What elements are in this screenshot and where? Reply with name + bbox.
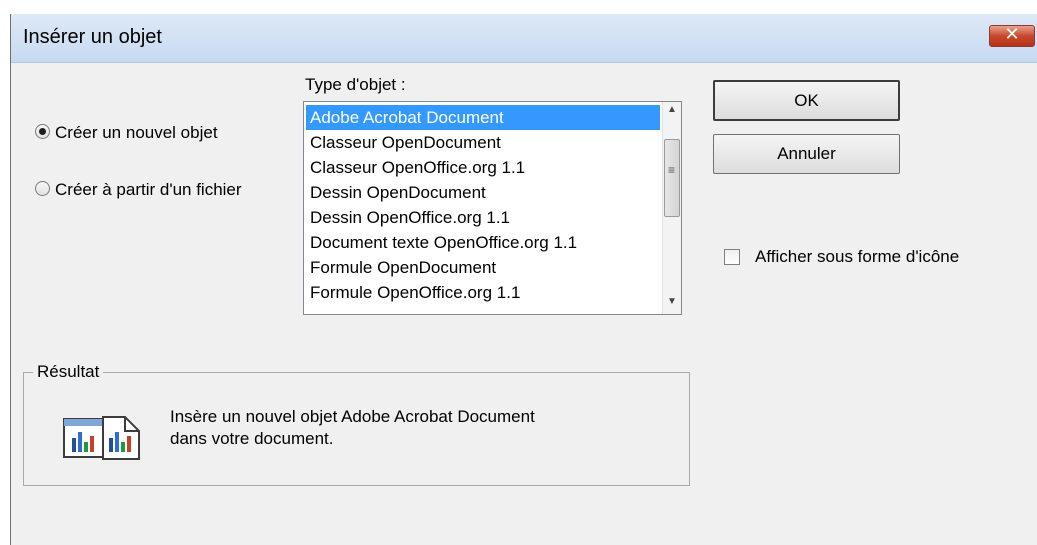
result-line-2: dans votre document. bbox=[170, 429, 334, 448]
object-type-label: Type d'objet : bbox=[305, 75, 406, 94]
list-item[interactable]: Adobe Acrobat Document bbox=[306, 105, 660, 130]
window-title: Insérer un objet bbox=[23, 26, 162, 48]
list-scrollbar[interactable]: ▲ ≡ ▼ bbox=[662, 102, 681, 314]
list-item[interactable]: Dessin OpenOffice.org 1.1 bbox=[306, 205, 660, 230]
ok-button[interactable]: OK bbox=[713, 80, 900, 121]
object-type-list[interactable]: Adobe Acrobat Document Classeur OpenDocu… bbox=[303, 101, 682, 315]
scroll-up-icon[interactable]: ▲ bbox=[663, 104, 681, 120]
scroll-thumb[interactable]: ≡ bbox=[664, 139, 680, 217]
create-new-label[interactable]: Créer un nouvel objet bbox=[55, 123, 218, 143]
embedded-object-icon bbox=[63, 416, 140, 460]
create-new-radio[interactable] bbox=[35, 124, 50, 139]
title-bar: Insérer un objet ✕ bbox=[11, 14, 1037, 63]
create-from-file-radio[interactable] bbox=[35, 181, 50, 196]
close-icon: ✕ bbox=[1004, 24, 1020, 45]
scroll-down-icon[interactable]: ▼ bbox=[663, 296, 681, 312]
close-button[interactable]: ✕ bbox=[989, 24, 1035, 47]
display-as-icon-checkbox[interactable] bbox=[724, 249, 740, 265]
result-description: Insère un nouvel objet Adobe Acrobat Doc… bbox=[170, 406, 535, 450]
list-item[interactable]: Formule OpenOffice.org 1.1 bbox=[306, 280, 660, 305]
list-item[interactable]: Classeur OpenDocument bbox=[306, 130, 660, 155]
list-item[interactable]: Classeur OpenOffice.org 1.1 bbox=[306, 155, 660, 180]
create-from-file-label[interactable]: Créer à partir d'un fichier bbox=[55, 180, 242, 200]
cancel-button[interactable]: Annuler bbox=[713, 134, 900, 174]
list-item[interactable]: Document texte OpenOffice.org 1.1 bbox=[306, 230, 660, 255]
display-as-icon-label[interactable]: Afficher sous forme d'icône bbox=[755, 247, 959, 267]
result-line-1: Insère un nouvel objet Adobe Acrobat Doc… bbox=[170, 407, 535, 426]
result-legend: Résultat bbox=[33, 362, 104, 382]
list-item[interactable]: Dessin OpenDocument bbox=[306, 180, 660, 205]
list-item[interactable]: Formule OpenDocument bbox=[306, 255, 660, 280]
grip-icon: ≡ bbox=[668, 163, 676, 177]
